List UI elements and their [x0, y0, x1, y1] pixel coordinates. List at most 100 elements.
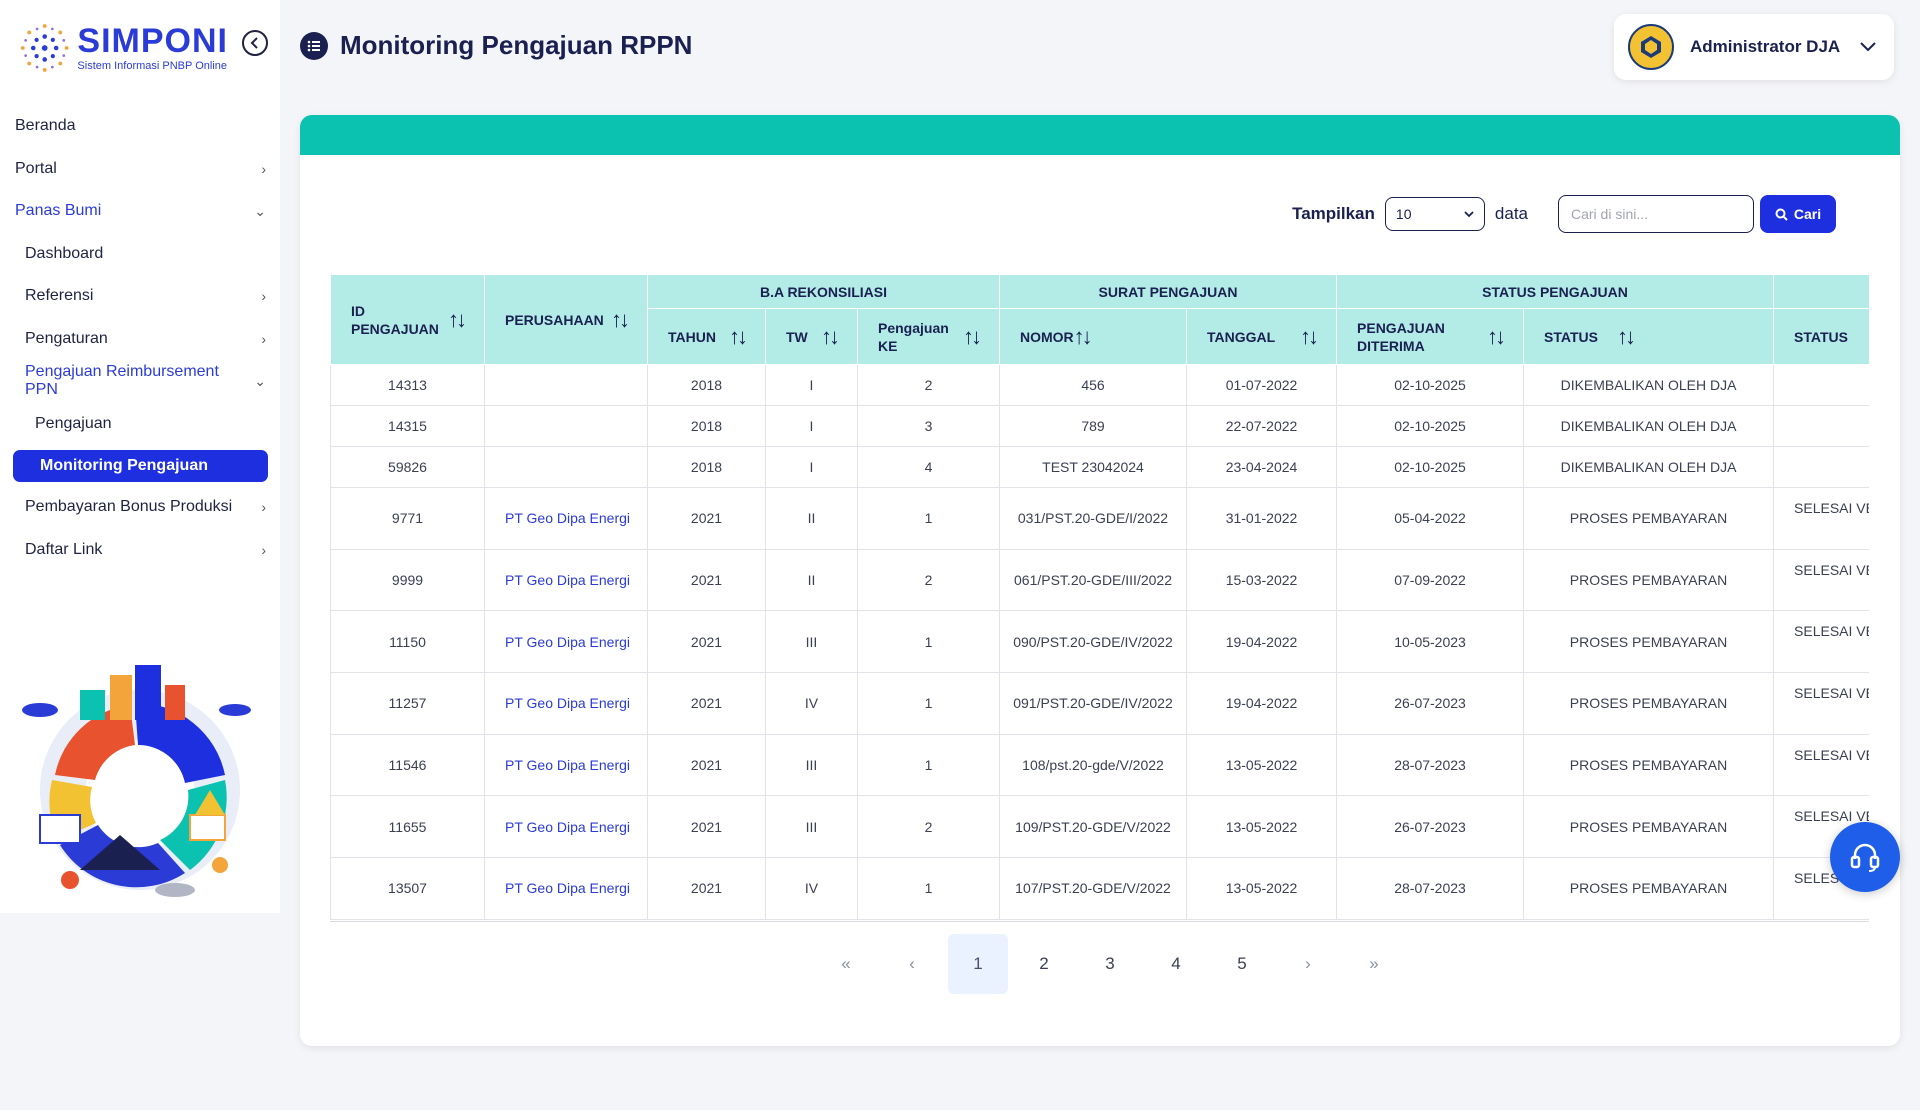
sidebar-item-daftar-link[interactable]: Daftar Link ›: [0, 529, 280, 572]
cell-status: PROSES PEMBAYARAN: [1523, 487, 1775, 550]
chevron-left-icon: [250, 37, 258, 49]
col-tw[interactable]: TW ↑↓: [765, 308, 858, 365]
table-row[interactable]: 11257 PT Geo Dipa Energi 2021 IV 1 091/PST.20…: [330, 672, 1869, 735]
prev-page-button[interactable]: ‹: [882, 934, 942, 994]
cell-status2: SELESAI VE: [1773, 548, 1869, 612]
page-size-select[interactable]: 10: [1384, 197, 1485, 231]
cell-status2: [1773, 446, 1869, 488]
cell-perusahaan[interactable]: PT Geo Dipa Energi: [484, 610, 648, 674]
page-button-4[interactable]: 4: [1146, 934, 1206, 994]
sidebar-item-panas-bumi[interactable]: Panas Bumi ⌄: [0, 190, 280, 233]
cell-tw: III: [765, 795, 858, 859]
cell-tanggal: 19-04-2022: [1185, 672, 1338, 735]
cell-perusahaan[interactable]: PT Geo Dipa Energi: [484, 548, 648, 612]
table-row[interactable]: 13507 PT Geo Dipa Energi 2021 IV 1 107/PST.20…: [330, 857, 1869, 920]
sidebar-item-pengaturan[interactable]: Pengaturan ›: [0, 318, 280, 361]
col-perusahaan[interactable]: PERUSAHAAN ↑↓: [484, 274, 648, 365]
cell-status: PROSES PEMBAYARAN: [1523, 733, 1775, 797]
cell-diterima: 28-07-2023: [1336, 733, 1525, 797]
col-tanggal[interactable]: TANGGAL ↑↓: [1185, 308, 1338, 365]
cell-perusahaan: [484, 364, 648, 406]
cell-diterima: 05-04-2022: [1336, 487, 1525, 550]
cell-tahun: 2021: [647, 548, 766, 612]
table-container[interactable]: ID PENGAJUAN ↑↓ PERUSAHAAN ↑↓ B.A REKONSIL…: [330, 274, 1869, 922]
table-row[interactable]: 9771 PT Geo Dipa Energi 2021 II 1 031/PST.20-…: [330, 487, 1869, 550]
help-support-button[interactable]: [1830, 822, 1900, 892]
cell-status: PROSES PEMBAYARAN: [1523, 610, 1775, 674]
pagination: « ‹ 1 2 3 4 5 › »: [816, 934, 1410, 994]
cell-perusahaan[interactable]: PT Geo Dipa Energi: [484, 733, 648, 797]
cell-perusahaan[interactable]: PT Geo Dipa Energi: [484, 487, 648, 550]
table-row[interactable]: 59826 2018 I 4 TEST 23042024 23-04-2024 02-10-…: [330, 446, 1869, 488]
col-tahun[interactable]: TAHUN ↑↓: [647, 308, 766, 365]
next-page-button[interactable]: ›: [1278, 934, 1338, 994]
table-row[interactable]: 9999 PT Geo Dipa Energi 2021 II 2 061/PST.20-…: [330, 548, 1869, 612]
sidebar-item-referensi[interactable]: Referensi ›: [0, 275, 280, 318]
search-button[interactable]: Cari: [1760, 195, 1836, 233]
cell-diterima: 10-05-2023: [1336, 610, 1525, 674]
sidebar-item-beranda[interactable]: Beranda: [0, 105, 280, 148]
col-pengajuan-ke[interactable]: Pengajuan KE ↑↓: [857, 308, 1000, 365]
sidebar-item-monitoring-pengajuan[interactable]: Monitoring Pengajuan: [13, 450, 268, 482]
cell-ke: 4: [857, 446, 1000, 488]
first-page-button[interactable]: «: [816, 934, 876, 994]
col-id-pengajuan[interactable]: ID PENGAJUAN ↑↓: [330, 274, 485, 365]
cell-status2: [1773, 405, 1869, 447]
page-button-5[interactable]: 5: [1212, 934, 1272, 994]
cell-perusahaan[interactable]: PT Geo Dipa Energi: [484, 857, 648, 920]
cell-diterima: 07-09-2022: [1336, 548, 1525, 612]
col-nomor[interactable]: NOMOR ↑↓: [999, 308, 1187, 365]
cell-tanggal: 13-05-2022: [1185, 857, 1338, 920]
search-input[interactable]: [1558, 195, 1754, 233]
table-row[interactable]: 14313 2018 I 2 456 01-07-2022 02-10-2025 DIKEMB…: [330, 364, 1869, 406]
cell-nomor: 109/PST.20-GDE/V/2022: [999, 795, 1187, 859]
last-page-button[interactable]: »: [1344, 934, 1404, 994]
sidebar-item-pembayaran-bonus-produksi[interactable]: Pembayaran Bonus Produksi ›: [0, 486, 280, 529]
cell-id: 13507: [330, 857, 485, 920]
table-row[interactable]: 11655 PT Geo Dipa Energi 2021 III 2 109/PST.2…: [330, 795, 1869, 859]
user-menu[interactable]: Administrator DJA: [1614, 14, 1894, 80]
cell-tw: III: [765, 733, 858, 797]
sidebar-collapse-button[interactable]: [242, 30, 268, 56]
sidebar-item-label: Daftar Link: [25, 540, 103, 558]
cell-diterima: 26-07-2023: [1336, 672, 1525, 735]
col-pengajuan-diterima[interactable]: PENGAJUAN DITERIMA ↑↓: [1336, 308, 1525, 365]
column-label: STATUS: [1794, 328, 1848, 345]
column-label: NOMOR: [1020, 328, 1074, 345]
chevron-down-icon: [1464, 211, 1474, 218]
cell-perusahaan[interactable]: PT Geo Dipa Energi: [484, 672, 648, 735]
cell-nomor: 456: [999, 364, 1187, 406]
cell-perusahaan[interactable]: PT Geo Dipa Energi: [484, 795, 648, 859]
chevron-right-icon: ›: [261, 160, 266, 177]
sort-icon: ↑↓: [729, 323, 748, 349]
cell-diterima: 26-07-2023: [1336, 795, 1525, 859]
cell-status: PROSES PEMBAYARAN: [1523, 548, 1775, 612]
page-button-3[interactable]: 3: [1080, 934, 1140, 994]
table-row[interactable]: 11546 PT Geo Dipa Energi 2021 III 1 108/pst.2…: [330, 733, 1869, 797]
sidebar-item-label: Pembayaran Bonus Produksi: [25, 498, 233, 516]
sidebar-item-pengajuan[interactable]: Pengajuan: [0, 403, 280, 446]
cell-nomor: 091/PST.20-GDE/IV/2022: [999, 672, 1187, 735]
table-row[interactable]: 14315 2018 I 3 789 22-07-2022 02-10-2025 DIKEMB…: [330, 405, 1869, 447]
sidebar-item-dashboard[interactable]: Dashboard: [0, 233, 280, 276]
cell-status: DIKEMBALIKAN OLEH DJA: [1523, 405, 1775, 447]
col-status-2[interactable]: STATUS↑↓: [1773, 308, 1869, 365]
col-status[interactable]: STATUS ↑↓: [1523, 308, 1775, 365]
cell-id: 11655: [330, 795, 485, 859]
page-button-1[interactable]: 1: [948, 934, 1008, 994]
cell-tw: I: [765, 364, 858, 406]
cell-ke: 1: [857, 610, 1000, 674]
table-row[interactable]: 11150 PT Geo Dipa Energi 2021 III 1 090/PST.2…: [330, 610, 1869, 674]
cell-tahun: 2018: [647, 446, 766, 488]
sidebar-item-portal[interactable]: Portal ›: [0, 148, 280, 191]
cell-tanggal: 13-05-2022: [1185, 795, 1338, 859]
cell-tanggal: 13-05-2022: [1185, 733, 1338, 797]
cell-tw: I: [765, 446, 858, 488]
logo[interactable]: SIMPONI Sistem Informasi PNBP Online: [18, 18, 228, 78]
sidebar-item-label: Pengajuan Reimbursement PPN: [25, 363, 219, 399]
chevron-right-icon: ›: [261, 288, 266, 305]
cell-tw: IV: [765, 857, 858, 920]
page-button-2[interactable]: 2: [1014, 934, 1074, 994]
group-empty: [1773, 274, 1869, 309]
sidebar-item-pengajuan-reimbursement-ppn[interactable]: Pengajuan Reimbursement PPN ⌄: [0, 360, 280, 403]
